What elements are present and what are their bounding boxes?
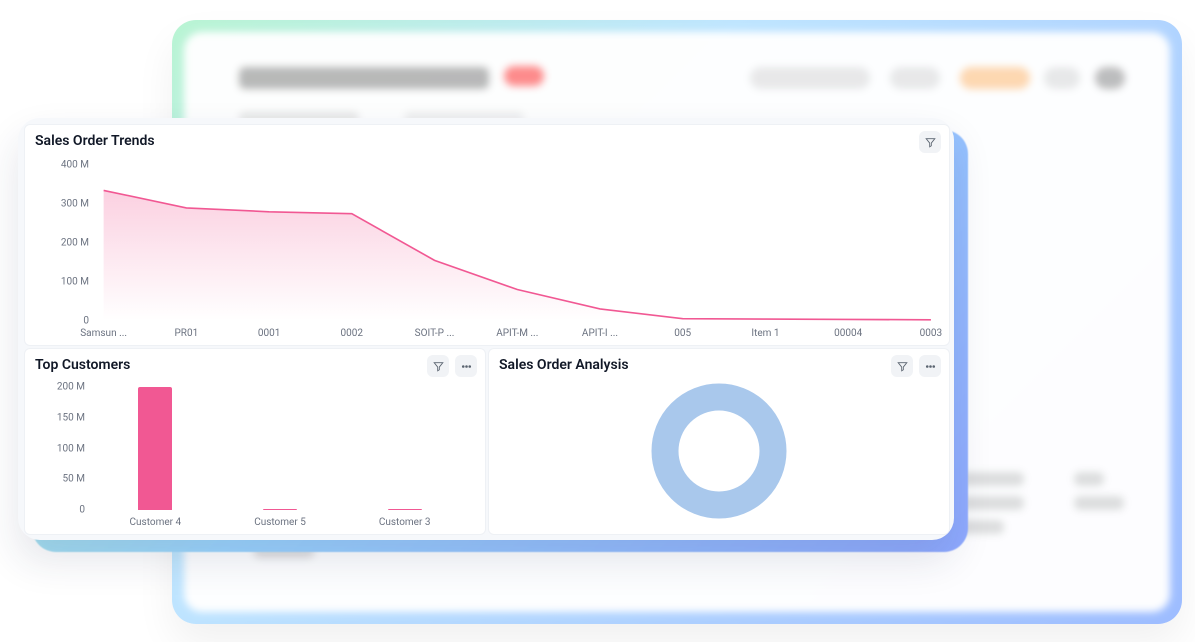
y-tick-label: 50 M bbox=[33, 474, 85, 485]
y-tick-label: 0 bbox=[33, 505, 85, 516]
bar bbox=[263, 509, 297, 510]
bg-button-placeholder bbox=[1044, 67, 1080, 89]
topcust-plot: 0 50 M 100 M 150 M 200 M Customer 4 Customer 5… bbox=[33, 383, 477, 528]
donut-chart bbox=[644, 376, 794, 526]
filter-icon bbox=[432, 360, 445, 373]
y-tick-label: 100 M bbox=[33, 443, 85, 454]
more-icon bbox=[924, 360, 937, 373]
y-tick-label: 0 bbox=[33, 315, 89, 326]
x-tick-label: Customer 4 bbox=[130, 517, 182, 528]
y-tick-label: 200 M bbox=[33, 382, 85, 393]
x-tick-label: Customer 5 bbox=[254, 517, 306, 528]
x-tick-label: Customer 3 bbox=[379, 517, 431, 528]
panel-toolbar bbox=[427, 355, 477, 377]
bg-button-placeholder bbox=[1095, 67, 1125, 89]
x-tick-label: 0001 bbox=[258, 328, 280, 339]
y-tick-label: 300 M bbox=[33, 199, 89, 210]
x-tick-label: 0002 bbox=[341, 328, 363, 339]
panel-title: Sales Order Analysis bbox=[499, 357, 629, 373]
x-tick-label: APIT-I ... bbox=[582, 328, 618, 339]
filter-icon bbox=[896, 360, 909, 373]
bar bbox=[388, 509, 422, 510]
y-tick-label: 100 M bbox=[33, 276, 89, 287]
trends-plot: 0 100 M 200 M 300 M 400 M Samsun ... PR01 0001 0… bbox=[33, 159, 941, 339]
x-tick-label: APIT-M ... bbox=[496, 328, 538, 339]
x-tick-label: SOIT-P ... bbox=[415, 328, 455, 339]
panel-title: Sales Order Trends bbox=[35, 133, 155, 149]
bg-button-placeholder bbox=[890, 67, 940, 89]
x-tick-label: 00004 bbox=[834, 328, 862, 339]
filter-icon bbox=[924, 136, 937, 149]
x-tick-label: 005 bbox=[674, 328, 691, 339]
bg-button-placeholder bbox=[750, 67, 870, 89]
trends-area-svg bbox=[33, 159, 941, 339]
bg-title-placeholder bbox=[239, 67, 489, 89]
more-button[interactable] bbox=[455, 355, 477, 377]
y-tick-label: 200 M bbox=[33, 237, 89, 248]
panel-title: Top Customers bbox=[35, 357, 130, 373]
x-tick-label: Item 1 bbox=[751, 328, 779, 339]
x-tick-label: Samsun ... bbox=[80, 328, 127, 339]
more-icon bbox=[460, 360, 473, 373]
donut-svg bbox=[644, 376, 794, 526]
more-button[interactable] bbox=[919, 355, 941, 377]
panel-toolbar bbox=[919, 131, 941, 153]
panel-top-customers: Top Customers 0 50 M 100 M 150 M 200 M Custom… bbox=[24, 348, 486, 535]
stage: Sales Order Trends 0 100 M 200 M 300 M 400 M… bbox=[0, 0, 1195, 642]
y-tick-label: 150 M bbox=[33, 412, 85, 423]
x-tick-label: PR01 bbox=[174, 328, 198, 339]
panel-toolbar bbox=[891, 355, 941, 377]
bar bbox=[138, 387, 172, 510]
panel-sales-order-analysis: Sales Order Analysis bbox=[488, 348, 950, 535]
filter-button[interactable] bbox=[427, 355, 449, 377]
filter-button[interactable] bbox=[891, 355, 913, 377]
dashboard-card: Sales Order Trends 0 100 M 200 M 300 M 400 M… bbox=[18, 118, 954, 540]
panel-sales-order-trends: Sales Order Trends 0 100 M 200 M 300 M 400 M… bbox=[24, 124, 950, 346]
x-tick-label: 0003 bbox=[920, 328, 942, 339]
filter-button[interactable] bbox=[919, 131, 941, 153]
bg-button-placeholder bbox=[960, 67, 1030, 89]
bg-badge-placeholder bbox=[504, 66, 544, 86]
y-tick-label: 400 M bbox=[33, 160, 89, 171]
